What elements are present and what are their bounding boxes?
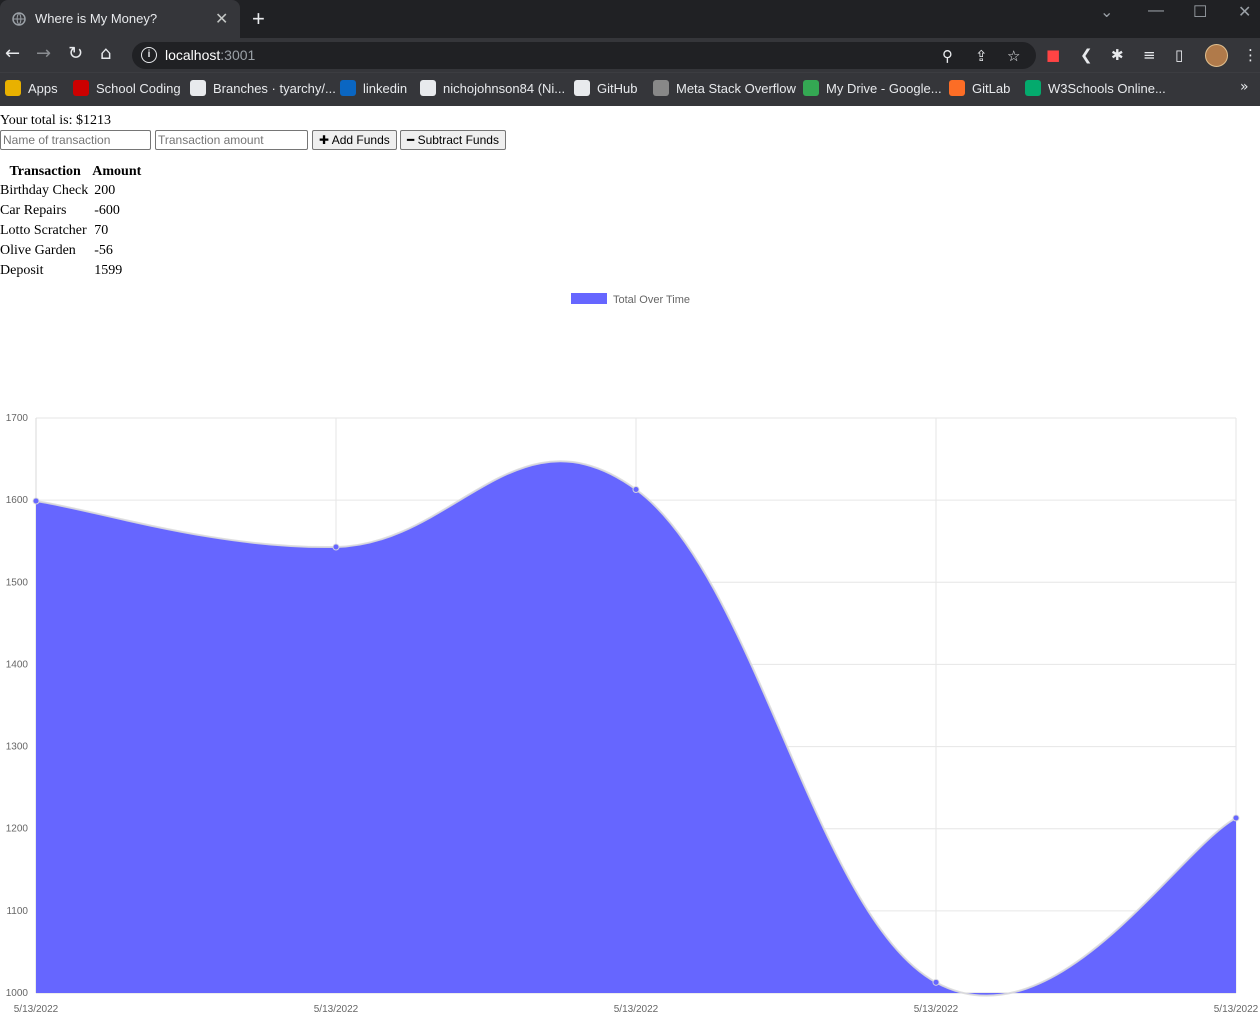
bookmark-star-icon[interactable]: ☆ [1007, 47, 1020, 65]
tab-search-icon[interactable]: ⌄ [1100, 2, 1113, 22]
minus-icon: ━ [407, 132, 415, 147]
extension-arrow-icon[interactable]: ❮ [1080, 46, 1093, 64]
table-row: Birthday Check 200 [0, 181, 143, 201]
total-over-time-chart: 1000 1100 1200 1300 1400 1500 1600 1700 5/13/202… [6, 413, 1259, 1012]
url-host: localhost [165, 47, 221, 63]
transaction-name: Birthday Check [0, 183, 89, 198]
bookmark-label: nichojohnson84 (Ni... [443, 81, 566, 96]
stack-overflow-icon [653, 80, 669, 96]
minimize-icon[interactable]: — [1148, 2, 1164, 20]
bookmark-label: Branches · tyarchy/... [213, 81, 336, 96]
data-point [932, 978, 940, 986]
y-tick-label: 1500 [6, 577, 29, 588]
bookmark-item[interactable]: GitLab [949, 80, 1010, 96]
data-point [332, 543, 340, 551]
data-point [1232, 814, 1240, 822]
bookmark-label: Meta Stack Overflow [676, 81, 796, 96]
table-header-row: Transaction Amount [0, 163, 143, 181]
more-bookmarks-icon[interactable]: » [1240, 79, 1249, 95]
apps-grid-icon [5, 80, 21, 96]
github-icon [420, 80, 436, 96]
browser-toolbar: ← → ↻ ⌂ i localhost:3001 ⚲ ⇪ ☆ ■ ❮ ✱ ≡ ▯… [0, 38, 1260, 72]
subtract-funds-button[interactable]: ━ Subtract Funds [400, 130, 506, 150]
extension-icon[interactable]: ■ [1046, 46, 1060, 64]
forward-icon[interactable]: → [36, 44, 51, 64]
plus-icon: ✚ [319, 132, 330, 147]
subtract-funds-label: Subtract Funds [417, 132, 499, 147]
back-icon[interactable]: ← [5, 44, 20, 64]
bookmark-label: GitHub [597, 81, 638, 96]
series-area [36, 461, 1236, 996]
side-panel-icon[interactable]: ▯ [1175, 46, 1183, 64]
bookmark-label: Apps [28, 81, 58, 96]
data-point [632, 485, 640, 493]
x-tick-label: 5/13/2022 [314, 1004, 359, 1012]
y-tick-label: 1300 [6, 742, 29, 753]
bookmark-item[interactable]: My Drive - Google... [803, 80, 942, 96]
tab-title: Where is My Money? [35, 11, 158, 26]
y-tick-label: 1100 [6, 906, 28, 917]
bookmark-item[interactable]: linkedin [340, 80, 407, 96]
home-icon[interactable]: ⌂ [100, 44, 111, 64]
x-tick-label: 5/13/2022 [1214, 1004, 1259, 1012]
x-tick-label: 5/13/2022 [614, 1004, 659, 1012]
column-header-transaction: Transaction [9, 164, 81, 179]
transaction-amount: 200 [94, 183, 116, 198]
add-funds-label: Add Funds [331, 132, 390, 147]
globe-icon [12, 12, 26, 26]
linkedin-icon [340, 80, 356, 96]
column-header-amount: Amount [92, 164, 142, 179]
utah-u-icon [73, 80, 89, 96]
bookmark-item[interactable]: Meta Stack Overflow [653, 80, 796, 96]
total-balance: Your total is: $1213 [0, 113, 111, 128]
y-tick-label: 1700 [6, 413, 29, 424]
bookmark-item[interactable]: GitHub [574, 80, 637, 96]
bookmark-label: W3Schools Online... [1048, 81, 1166, 96]
transaction-name-input[interactable] [0, 130, 151, 150]
url-port: :3001 [220, 47, 256, 63]
w3schools-icon [1025, 80, 1041, 96]
y-tick-label: 1000 [6, 988, 29, 999]
x-tick-label: 5/13/2022 [914, 1004, 959, 1012]
github-icon [190, 80, 206, 96]
bookmark-label: linkedin [363, 81, 408, 96]
bookmark-item[interactable]: Branches · tyarchy/... [190, 80, 336, 96]
reload-icon[interactable]: ↻ [68, 44, 83, 64]
y-tick-label: 1400 [6, 659, 29, 670]
y-tick-label: 1200 [6, 824, 29, 835]
menu-kebab-icon[interactable]: ⋮ [1243, 46, 1258, 64]
add-funds-button[interactable]: ✚ Add Funds [312, 130, 397, 150]
tab-close-icon[interactable]: ✕ [215, 9, 228, 29]
data-point [32, 497, 40, 505]
x-tick-label: 5/13/2022 [14, 1004, 59, 1012]
bookmark-item[interactable]: nichojohnson84 (Ni... [420, 80, 565, 96]
transaction-amount-input[interactable] [155, 130, 308, 150]
profile-avatar[interactable] [1205, 44, 1228, 67]
bookmark-item[interactable]: School Coding [73, 80, 181, 96]
github-icon [574, 80, 590, 96]
bookmark-label: My Drive - Google... [826, 81, 942, 96]
bookmarks-bar: Apps School Coding Branches · tyarchy/... l… [0, 72, 1260, 106]
share-icon[interactable]: ⇪ [975, 47, 988, 65]
bookmark-label: School Coding [96, 81, 181, 96]
browser-tab[interactable]: Where is My Money? ✕ [0, 0, 240, 38]
bookmark-label: GitLab [972, 81, 1011, 96]
maximize-icon[interactable]: ☐ [1193, 2, 1207, 22]
puzzle-icon[interactable]: ✱ [1111, 46, 1124, 64]
y-tick-label: 1600 [6, 495, 29, 506]
site-info-icon[interactable]: i [141, 47, 157, 63]
window-close-icon[interactable]: ✕ [1238, 2, 1251, 22]
tab-strip: Where is My Money? ✕ + ⌄ — ☐ ✕ [0, 0, 1260, 38]
url-text: localhost:3001 [165, 47, 255, 63]
bookmark-item[interactable]: W3Schools Online... [1025, 80, 1166, 96]
address-bar[interactable]: i localhost:3001 ⚲ ⇪ ☆ [132, 42, 1036, 69]
gitlab-icon [949, 80, 965, 96]
media-queue-icon[interactable]: ≡ [1143, 46, 1156, 64]
page-content: Your total is: $1213 ✚ Add Funds ━ Subtr… [0, 106, 1260, 1012]
bookmark-item[interactable]: Apps [5, 80, 58, 96]
zoom-icon[interactable]: ⚲ [942, 47, 953, 65]
google-drive-icon [803, 80, 819, 96]
new-tab-icon[interactable]: + [252, 6, 265, 32]
